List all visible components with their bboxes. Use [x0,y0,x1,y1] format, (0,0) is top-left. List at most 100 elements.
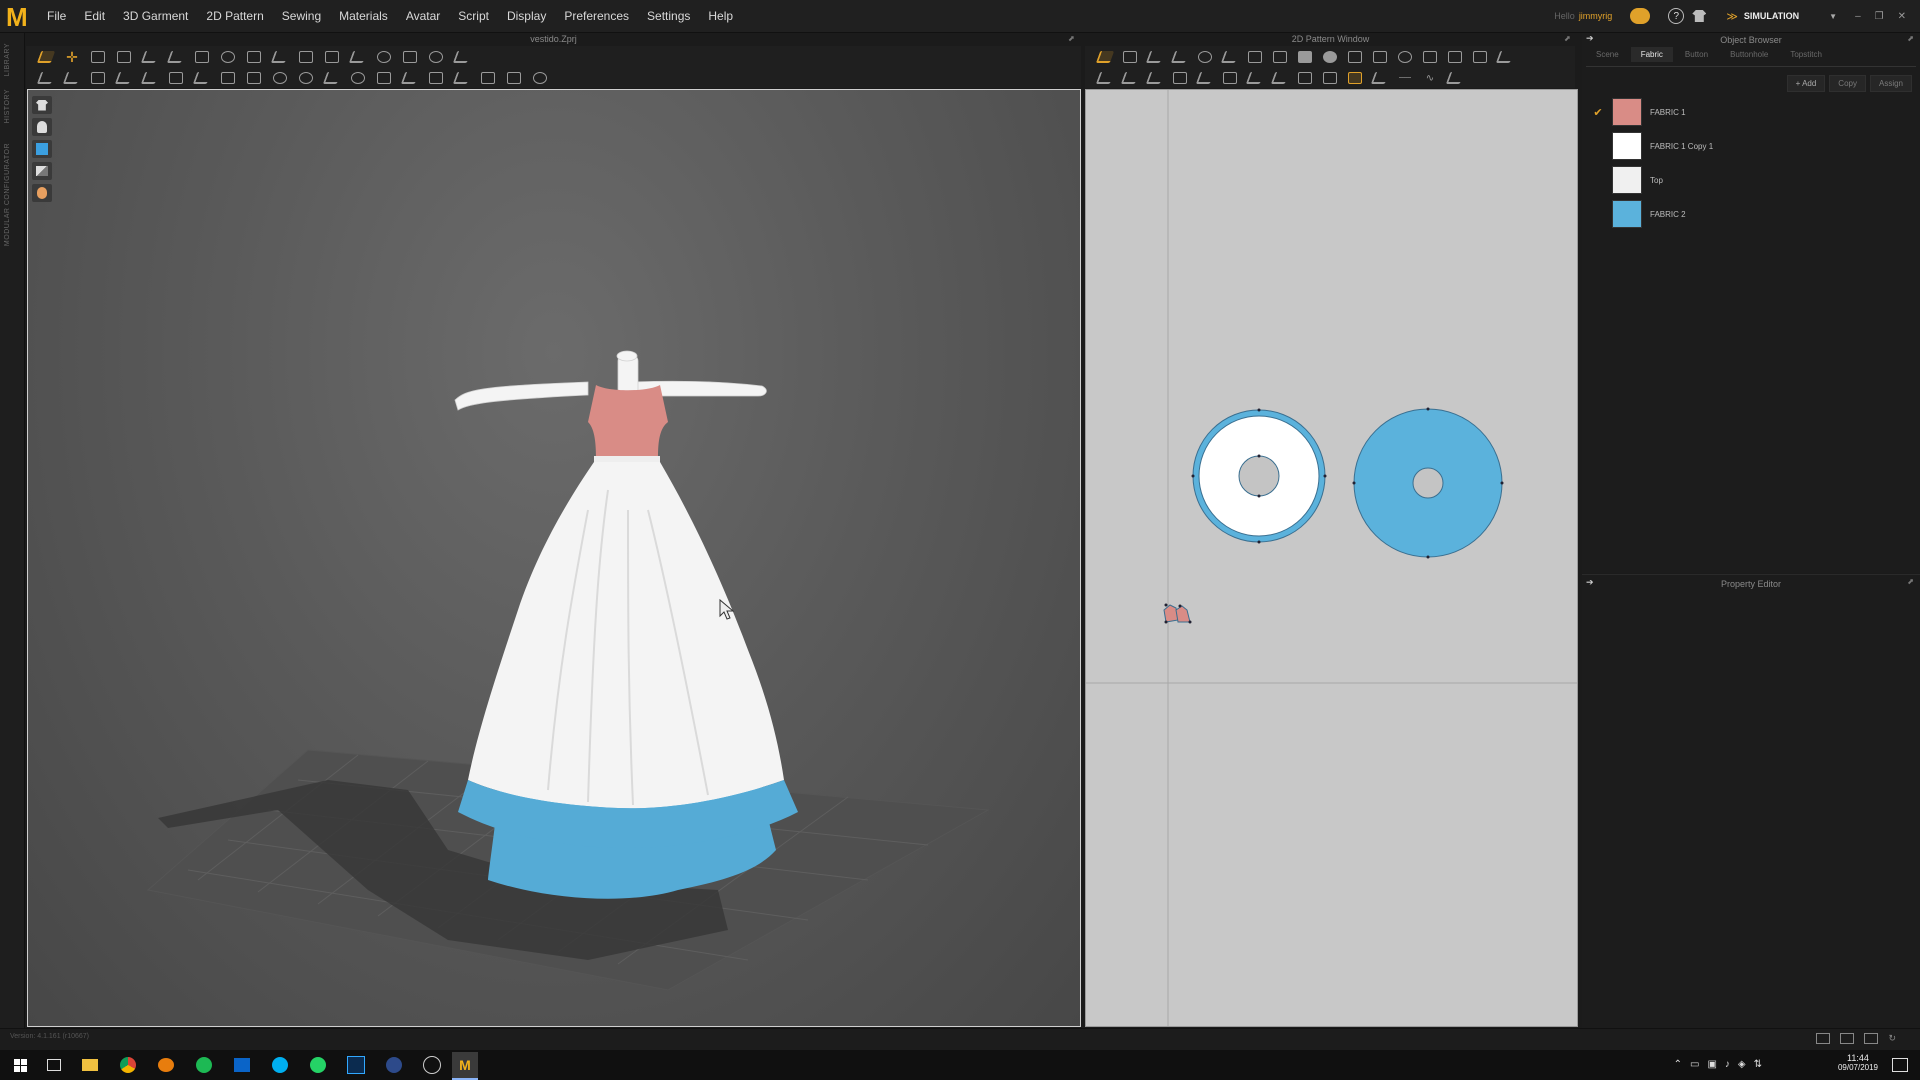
copy-fabric-button[interactable]: Copy [1829,75,1866,92]
arrange-icon[interactable] [270,48,290,66]
assign-fabric-button[interactable]: Assign [1869,75,1912,92]
garment-fit-icon[interactable] [478,69,498,87]
pose-icon[interactable] [530,69,550,87]
restore-icon[interactable]: ❐ [1875,11,1884,22]
button-tool-icon[interactable] [374,48,394,66]
strengthen-icon[interactable] [244,69,264,87]
tab-scene[interactable]: Scene [1586,47,1629,62]
notification-icon[interactable] [1890,1055,1910,1075]
polygon-icon[interactable] [1245,48,1265,66]
menu-display[interactable]: Display [498,9,555,23]
transform-icon[interactable] [114,48,134,66]
dart-icon[interactable] [1420,48,1440,66]
align-icon[interactable] [452,69,472,87]
graphic-icon[interactable] [1345,69,1365,87]
box-select-icon[interactable] [88,48,108,66]
blender-icon[interactable] [156,1055,176,1075]
pattern-window-2d[interactable] [1085,89,1578,1027]
menu-edit[interactable]: Edit [75,9,114,23]
layout-triple-icon[interactable] [1864,1033,1879,1044]
library-tab[interactable]: LIBRARY [4,43,11,76]
photoshop-icon[interactable] [346,1055,366,1075]
pin-tool-icon[interactable] [348,69,368,87]
fabric-item[interactable]: FABRIC 2 [1590,199,1910,229]
curvature-icon[interactable] [1220,48,1240,66]
fabric-item[interactable]: ✔ FABRIC 1 [1590,97,1910,127]
help-icon[interactable]: ? [1668,8,1685,24]
mode-dropdown-icon[interactable]: ▼ [1829,12,1837,21]
clock-time[interactable]: 11:44 [1838,1053,1878,1063]
menu-avatar[interactable]: Avatar [397,9,449,23]
file-explorer-icon[interactable] [80,1055,100,1075]
menu-preferences[interactable]: Preferences [555,9,638,23]
buttonhole-icon[interactable] [400,48,420,66]
username[interactable]: jimmyrig [1579,11,1613,21]
chrome-icon[interactable] [118,1055,138,1075]
property-editor-expand-icon[interactable]: ⬈ [1907,577,1914,586]
segment-sew-icon[interactable] [1170,69,1190,87]
tuck-icon[interactable] [166,69,186,87]
skype-icon[interactable] [270,1055,290,1075]
clock-date[interactable]: 09/07/2019 [1838,1063,1878,1072]
ruler-icon[interactable] [452,48,472,66]
avatar-edit-icon[interactable] [322,48,342,66]
internal-rect-icon[interactable] [1370,48,1390,66]
menu-materials[interactable]: Materials [330,9,397,23]
internal-circle-icon[interactable] [1395,48,1415,66]
fabric-item[interactable]: FABRIC 1 Copy 1 [1590,131,1910,161]
trace-icon[interactable] [1445,48,1465,66]
select-move-icon[interactable] [36,48,56,66]
circle-icon[interactable] [1320,48,1340,66]
sewing-icon[interactable] [36,69,56,87]
zip-icon[interactable] [348,48,368,66]
dashed-line-icon[interactable]: ┄┄ [1395,69,1415,87]
marvelous-designer-icon[interactable]: M [452,1052,478,1080]
internal-polygon-icon[interactable] [1345,48,1365,66]
pattern-top-pieces[interactable] [1163,603,1192,624]
fabric-display-icon[interactable] [32,140,52,158]
show-garment-icon[interactable] [32,96,52,114]
windows-start-icon[interactable] [10,1055,30,1075]
task-view-icon[interactable] [44,1055,64,1075]
fold-arrange-icon[interactable] [218,69,238,87]
tab-topstitch[interactable]: Topstitch [1780,47,1832,62]
cinema4d-icon[interactable] [384,1055,404,1075]
piping-icon[interactable] [1295,69,1315,87]
edit-curve-icon[interactable] [1145,48,1165,66]
pattern-select-icon[interactable] [1095,48,1115,66]
lasso-icon[interactable] [426,48,446,66]
add-fabric-button[interactable]: + Add [1786,75,1826,92]
menu-settings[interactable]: Settings [638,9,699,23]
point-icon[interactable] [270,69,290,87]
texture-display-icon[interactable] [32,162,52,180]
fold-2d-icon[interactable] [1220,69,1240,87]
show-avatar-icon[interactable] [32,118,52,136]
pattern-ring-fabric1[interactable] [1191,408,1327,544]
free-sewing-icon[interactable] [88,69,108,87]
rect-fill-icon[interactable] [1295,48,1315,66]
menu-help[interactable]: Help [699,9,742,23]
texture-icon[interactable] [374,69,394,87]
line-tool-icon[interactable] [322,69,342,87]
measure-icon[interactable] [296,48,316,66]
check-sewing-icon[interactable] [140,69,160,87]
spotify-icon[interactable] [194,1055,214,1075]
pattern-circle-fabric2[interactable] [1352,407,1504,559]
shirt-tool-icon[interactable] [504,69,524,87]
shirt-icon[interactable] [1692,10,1707,22]
minimize-icon[interactable]: – [1855,11,1861,22]
texture-2d-icon[interactable] [1320,69,1340,87]
whatsapp-icon[interactable] [308,1055,328,1075]
circle-tool-icon[interactable] [296,69,316,87]
pin-icon[interactable] [244,48,264,66]
menu-3d-garment[interactable]: 3D Garment [114,9,197,23]
edit-topstitch-icon[interactable] [1270,69,1290,87]
mode-label[interactable]: SIMULATION [1744,11,1799,21]
cloud-icon[interactable] [1630,8,1651,24]
close-icon[interactable]: ✕ [1898,11,1906,22]
sew-line-icon[interactable] [1145,69,1165,87]
edit-pattern-icon[interactable] [1120,48,1140,66]
zigzag-icon[interactable]: ∿ [1420,69,1440,87]
refresh-icon[interactable]: ↻ [1888,1033,1896,1044]
gizmo-icon[interactable]: ✛ [62,48,82,66]
